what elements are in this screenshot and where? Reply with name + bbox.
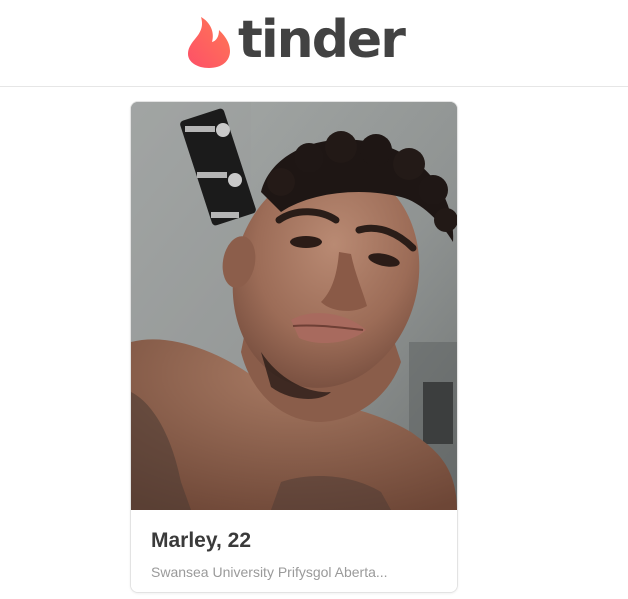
profile-photo-image xyxy=(131,102,457,510)
profile-photo[interactable] xyxy=(131,102,457,510)
app-header: tinder xyxy=(0,0,628,87)
profile-school: Swansea University Prifysgol Aberta... xyxy=(151,564,388,580)
profile-info: Marley, 22 Swansea University Prifysgol … xyxy=(131,510,457,592)
profile-name-age: Marley, 22 xyxy=(151,529,252,552)
profile-card[interactable]: Marley, 22 Swansea University Prifysgol … xyxy=(130,101,458,593)
flame-icon xyxy=(188,17,230,68)
tinder-logo[interactable]: tinder xyxy=(186,10,406,70)
tinder-wordmark: tinder xyxy=(238,10,406,70)
